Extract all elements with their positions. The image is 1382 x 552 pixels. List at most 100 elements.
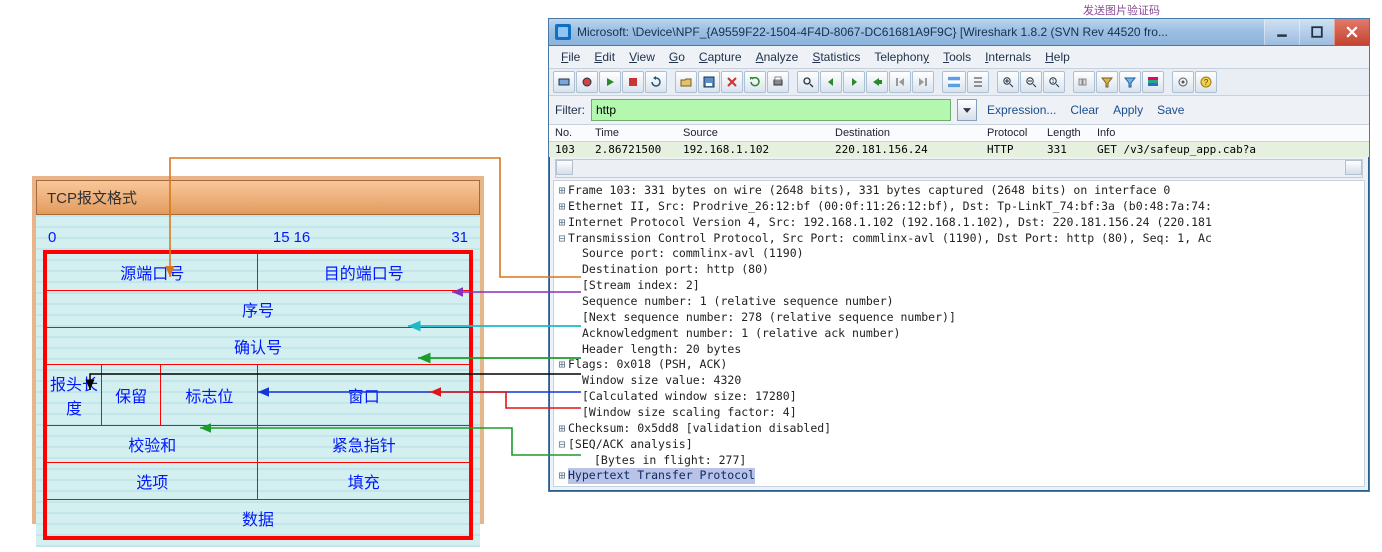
tbtn-zoom-reset-icon[interactable]: 1 <box>1043 71 1065 93</box>
close-button[interactable] <box>1334 19 1369 45</box>
menubar: File Edit View Go Capture Analyze Statis… <box>549 46 1369 69</box>
menu-internals[interactable]: Internals <box>979 48 1037 66</box>
tbtn-first-icon[interactable] <box>889 71 911 93</box>
tbtn-reload-icon[interactable] <box>744 71 766 93</box>
filter-save-link[interactable]: Save <box>1153 103 1188 117</box>
tbtn-capture-filter-icon[interactable] <box>1096 71 1118 93</box>
menu-tools[interactable]: Tools <box>937 48 977 66</box>
expander-icon[interactable]: ⊟ <box>556 231 568 247</box>
detail-winscale[interactable]: [Window size scaling factor: 4] <box>568 405 797 421</box>
field-ack: 确认号 <box>47 328 470 365</box>
tbtn-find-icon[interactable] <box>797 71 819 93</box>
cell-len: 331 <box>1047 143 1097 156</box>
tbtn-display-filter-icon[interactable] <box>1119 71 1141 93</box>
tcp-diagram: TCP报文格式 0 15 16 31 源端口号 目的端口号 序号 确认号 报头长… <box>32 176 484 524</box>
menu-help[interactable]: Help <box>1039 48 1076 66</box>
tbtn-zoom-out-icon[interactable] <box>1020 71 1042 93</box>
detail-bytes[interactable]: [Bytes in flight: 277] <box>568 453 746 469</box>
tbtn-zoom-in-icon[interactable] <box>997 71 1019 93</box>
detail-flags[interactable]: Flags: 0x018 (PSH, ACK) <box>568 357 727 373</box>
menu-statistics[interactable]: Statistics <box>806 48 866 66</box>
tbtn-stop-icon[interactable] <box>622 71 644 93</box>
detail-hdrlen[interactable]: Header length: 20 bytes <box>568 342 741 358</box>
menu-capture[interactable]: Capture <box>693 48 748 66</box>
menu-edit[interactable]: Edit <box>588 48 621 66</box>
tbtn-resize-cols-icon[interactable] <box>1073 71 1095 93</box>
window-title: Microsoft: \Device\NPF_{A9559F22-1504-4F… <box>577 25 1264 39</box>
packet-list-scrollbar[interactable] <box>555 159 1363 178</box>
detail-ip[interactable]: Internet Protocol Version 4, Src: 192.16… <box>568 215 1212 231</box>
maximize-button[interactable] <box>1299 19 1334 45</box>
field-window: 窗口 <box>258 365 470 426</box>
cell-time: 2.86721500 <box>595 143 683 156</box>
filter-dropdown-icon[interactable] <box>957 99 977 121</box>
filter-label: Filter: <box>555 103 585 117</box>
tbtn-help-icon[interactable]: ? <box>1195 71 1217 93</box>
detail-frame[interactable]: Frame 103: 331 bytes on wire (2648 bits)… <box>568 183 1170 199</box>
expander-icon[interactable]: ⊞ <box>556 468 568 484</box>
detail-ack[interactable]: Acknowledgment number: 1 (relative ack n… <box>568 326 901 342</box>
col-info[interactable]: Info <box>1097 127 1363 139</box>
tbtn-print-icon[interactable] <box>767 71 789 93</box>
filter-apply-link[interactable]: Apply <box>1109 103 1147 117</box>
tbtn-coloring-rules-icon[interactable] <box>1142 71 1164 93</box>
expander-icon[interactable]: ⊞ <box>556 215 568 231</box>
menu-telephony[interactable]: Telephony <box>868 48 935 66</box>
menu-go[interactable]: Go <box>663 48 691 66</box>
packet-row[interactable]: 103 2.86721500 192.168.1.102 220.181.156… <box>549 142 1369 157</box>
filter-bar: Filter: Expression... Clear Apply Save <box>549 96 1369 125</box>
detail-dstport[interactable]: Destination port: http (80) <box>568 262 769 278</box>
tbtn-save-icon[interactable] <box>698 71 720 93</box>
col-proto[interactable]: Protocol <box>987 127 1047 139</box>
detail-calcwin[interactable]: [Calculated window size: 17280] <box>568 389 797 405</box>
tbtn-colorize-icon[interactable] <box>942 71 966 93</box>
tbtn-restart-icon[interactable] <box>645 71 667 93</box>
filter-clear-link[interactable]: Clear <box>1066 103 1103 117</box>
detail-srcport[interactable]: Source port: commlinx-avl (1190) <box>568 246 804 262</box>
detail-stream[interactable]: [Stream index: 2] <box>568 278 700 294</box>
tbtn-prefs-icon[interactable] <box>1172 71 1194 93</box>
svg-text:1: 1 <box>1052 79 1055 85</box>
svg-text:?: ? <box>1204 78 1209 87</box>
tbtn-open-icon[interactable] <box>675 71 697 93</box>
expander-icon[interactable]: ⊞ <box>556 357 568 373</box>
expander-icon[interactable]: ⊞ <box>556 183 568 199</box>
wireshark-icon <box>555 24 571 40</box>
expander-icon[interactable]: ⊟ <box>556 437 568 453</box>
col-len[interactable]: Length <box>1047 127 1097 139</box>
cell-info: GET /v3/safeup_app.cab?a <box>1097 143 1363 156</box>
detail-nextseq[interactable]: [Next sequence number: 278 (relative seq… <box>568 310 956 326</box>
tbtn-start-icon[interactable] <box>599 71 621 93</box>
field-urgptr: 紧急指针 <box>258 426 470 463</box>
tbtn-autoscroll-icon[interactable] <box>967 71 989 93</box>
menu-file[interactable]: File <box>555 48 586 66</box>
tbtn-last-icon[interactable] <box>912 71 934 93</box>
cell-no: 103 <box>555 143 595 156</box>
filter-expression-link[interactable]: Expression... <box>983 103 1060 117</box>
tbtn-interfaces-icon[interactable] <box>553 71 575 93</box>
window-titlebar[interactable]: Microsoft: \Device\NPF_{A9559F22-1504-4F… <box>549 19 1369 46</box>
tbtn-close-file-icon[interactable] <box>721 71 743 93</box>
detail-eth[interactable]: Ethernet II, Src: Prodrive_26:12:bf (00:… <box>568 199 1212 215</box>
col-source[interactable]: Source <box>683 127 835 139</box>
detail-seq[interactable]: Sequence number: 1 (relative sequence nu… <box>568 294 894 310</box>
tbtn-prev-icon[interactable] <box>820 71 842 93</box>
cell-proto: HTTP <box>987 143 1047 156</box>
col-time[interactable]: Time <box>595 127 683 139</box>
detail-winsize[interactable]: Window size value: 4320 <box>568 373 741 389</box>
minimize-button[interactable] <box>1264 19 1299 45</box>
col-dest[interactable]: Destination <box>835 127 987 139</box>
col-no[interactable]: No. <box>555 127 595 139</box>
menu-analyze[interactable]: Analyze <box>750 48 805 66</box>
detail-seqack[interactable]: [SEQ/ACK analysis] <box>568 437 693 453</box>
expander-icon[interactable]: ⊞ <box>556 199 568 215</box>
menu-view[interactable]: View <box>623 48 661 66</box>
filter-input[interactable] <box>591 99 951 121</box>
expander-icon[interactable]: ⊞ <box>556 421 568 437</box>
detail-tcp[interactable]: Transmission Control Protocol, Src Port:… <box>568 231 1212 247</box>
tbtn-options-icon[interactable] <box>576 71 598 93</box>
tbtn-next-icon[interactable] <box>843 71 865 93</box>
detail-checksum[interactable]: Checksum: 0x5dd8 [validation disabled] <box>568 421 831 437</box>
tbtn-goto-icon[interactable] <box>866 71 888 93</box>
detail-http[interactable]: Hypertext Transfer Protocol <box>568 468 755 484</box>
